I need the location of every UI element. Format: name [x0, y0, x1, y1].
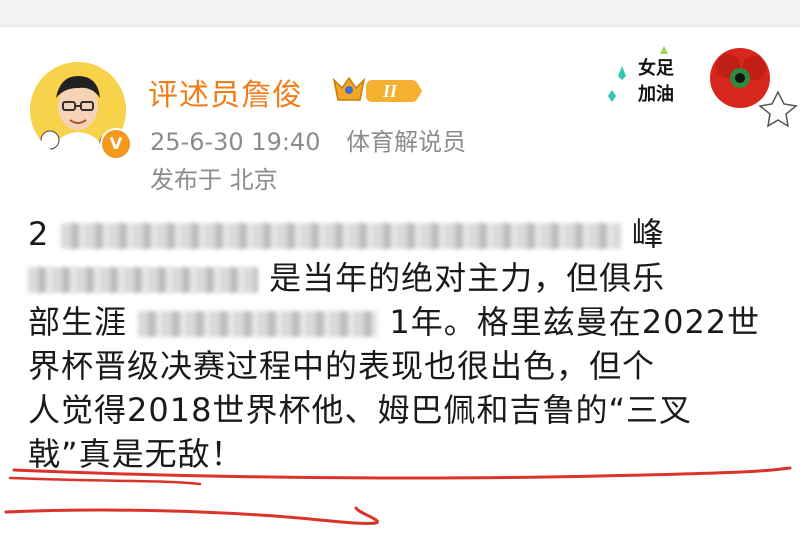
blurred-text [138, 311, 379, 337]
sticker-line2: 加油 [637, 83, 674, 105]
post-line-4: 界杯晋级决赛过程中的表现也很出色，但个 [28, 347, 656, 385]
crown-icon: II [332, 76, 422, 102]
post-line-6: 戟”真是无敌！ [28, 435, 244, 473]
verified-badge-icon: V [100, 128, 132, 160]
post-meta: 25-6-30 19:40 体育解说员 [150, 122, 484, 157]
post-line-2: 是当年的绝对主力，但俱乐 [28, 256, 788, 300]
top-status-strip [0, 0, 800, 27]
star-icon [758, 90, 798, 128]
author-role: 体育解说员 [346, 128, 467, 156]
post-location: 发布于 北京 [150, 166, 278, 194]
blurred-text [28, 267, 258, 293]
blurred-text [60, 223, 621, 249]
level-number: II [382, 81, 398, 101]
sticker-art: 女足 加油 [608, 46, 798, 128]
sticker-line1: 女足 [638, 57, 674, 79]
decor-sticker: 女足 加油 [600, 40, 800, 130]
post-line-1: 2 峰 [28, 215, 665, 253]
post-line-3: 部生涯 1年。格里兹曼在2022世 [28, 303, 761, 341]
author-name[interactable]: 评述员詹俊 [148, 70, 303, 114]
post-line-5: 人觉得2018世界杯他、姆巴佩和吉鲁的“三叉 [28, 391, 693, 429]
post-datetime: 25-6-30 19:40 [150, 128, 321, 156]
level-badge: II [332, 74, 422, 106]
post-content: 2 峰 是当年的绝对主力，但俱乐 部生涯 1年。格里兹曼在2022世 界杯晋级决… [28, 212, 788, 476]
